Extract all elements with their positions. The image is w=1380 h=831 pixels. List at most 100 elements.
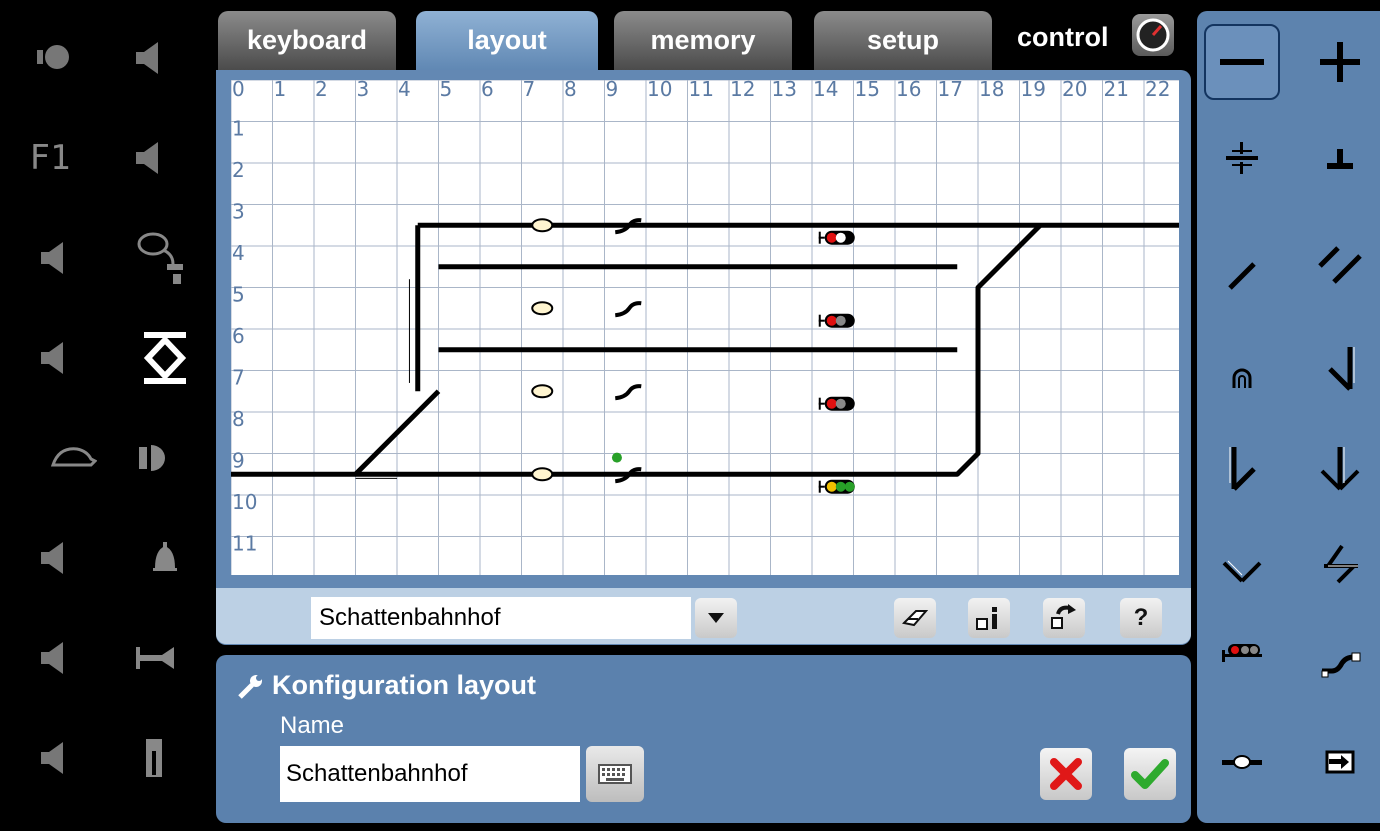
grid-col-label: 21 [1104, 80, 1129, 101]
speaker-icon[interactable] [25, 328, 85, 388]
palette-cross-button[interactable] [1302, 24, 1378, 100]
diagonal-track-icon [1228, 262, 1256, 290]
grid-col-label: 3 [357, 80, 370, 101]
signal-light [826, 481, 837, 492]
layout-select-dropdown-button[interactable] [695, 598, 737, 638]
confirm-button[interactable] [1124, 748, 1176, 800]
help-button[interactable]: ? [1120, 598, 1162, 638]
grid-col-label: 19 [1021, 80, 1046, 101]
signal-post [818, 236, 825, 239]
info-button[interactable] [968, 598, 1010, 638]
track-contact [531, 384, 554, 399]
track-contact-icon [1222, 755, 1262, 769]
name-label: Name [280, 712, 345, 739]
tab-layout[interactable]: layout [416, 11, 598, 73]
palette-buffer-stop-button[interactable] [1302, 120, 1378, 196]
cancel-button[interactable] [1040, 748, 1092, 800]
palette-isolator-button[interactable] [1204, 120, 1280, 196]
grid-row-label: 6 [232, 324, 245, 348]
speaker-icon[interactable] [25, 528, 85, 588]
grid-row-label: 10 [232, 490, 257, 514]
tab-keyboard-label: keyboard [246, 25, 368, 55]
horn-icon[interactable] [125, 628, 185, 688]
speaker-icon[interactable] [25, 228, 85, 288]
speaker-icon[interactable] [25, 728, 85, 788]
grid-col-label: 8 [564, 80, 577, 101]
eraser-icon [902, 610, 928, 627]
signal-light [826, 315, 837, 326]
layout-select[interactable]: Schattenbahnhof [311, 597, 691, 639]
signal-light [826, 398, 837, 409]
palette-signal-button[interactable] [1204, 614, 1280, 690]
close-icon [1050, 758, 1082, 790]
palette-track-contact-button[interactable] [1204, 724, 1280, 800]
rotate-button[interactable] [1043, 598, 1085, 638]
f1-function-icon[interactable]: F1 [20, 128, 80, 188]
palette-turnout-left-button[interactable] [1204, 430, 1280, 506]
grid-col-label: 20 [1062, 80, 1087, 101]
grid-col-label: 18 [979, 80, 1004, 101]
grid-row-label: 9 [232, 449, 245, 473]
palette-y-turnout-button[interactable] [1204, 532, 1280, 608]
steam-whistle-icon[interactable] [130, 228, 190, 288]
grid-col-label: 2 [315, 80, 328, 101]
tab-memory[interactable]: memory [614, 11, 792, 71]
three-way-turnout-icon [1320, 447, 1360, 491]
light-rear-icon[interactable] [125, 428, 185, 488]
buffer-stop-icon [1327, 149, 1353, 169]
grid-col-label: 6 [481, 80, 494, 101]
tab-memory-label: memory [650, 25, 756, 55]
control-button[interactable] [1132, 14, 1174, 56]
palette-turnout-right-button[interactable] [1302, 330, 1378, 406]
layout-select-value: Schattenbahnhof [319, 604, 501, 631]
speaker-icon[interactable] [25, 628, 85, 688]
turtle-icon[interactable] [42, 428, 102, 488]
tab-layout-label: layout [467, 25, 547, 55]
speaker-icon[interactable] [120, 128, 180, 188]
tab-keyboard[interactable]: keyboard [218, 11, 396, 71]
signal-light [826, 232, 837, 243]
palette-double-diagonal-button[interactable] [1302, 226, 1378, 302]
door-icon[interactable] [125, 728, 185, 788]
palette-three-way-button[interactable] [1302, 430, 1378, 506]
control-label: control [1017, 22, 1109, 52]
grid-row-label: 8 [232, 407, 245, 431]
rotate-icon [1051, 604, 1076, 629]
signal-icon [1222, 644, 1262, 662]
speaker-icon[interactable] [120, 28, 180, 88]
uncoupler-indicator [611, 452, 622, 463]
grid-row-label: 2 [232, 158, 245, 182]
signal-light [835, 398, 846, 409]
tab-setup[interactable]: setup [814, 11, 992, 71]
help-label: ? [1133, 604, 1149, 631]
eraser-button[interactable] [894, 598, 936, 638]
grid-col-label: 9 [606, 80, 619, 101]
connector-icon [1325, 750, 1355, 774]
palette-double-slip-button[interactable] [1302, 526, 1378, 602]
grid-col-label: 10 [647, 80, 672, 101]
coupler-icon[interactable] [135, 328, 195, 388]
grid-col-label: 11 [689, 80, 714, 101]
bell-icon[interactable] [135, 528, 195, 588]
track-layout-grid[interactable]: 0 1 2 3 4 5 6 7 8 9 10 11 12 13 14 15 16 17 18 19 20 21 22 1 2 3 4… [231, 80, 1179, 575]
palette-connector-button[interactable] [1302, 724, 1378, 800]
grid-col-label: 16 [896, 80, 921, 101]
palette-straight-track-button[interactable] [1204, 24, 1280, 100]
keyboard-button[interactable] [586, 746, 644, 802]
double-slip-icon [1324, 544, 1358, 584]
palette-diagonal-button[interactable] [1204, 236, 1280, 312]
signal-light [844, 481, 855, 492]
grid-col-label: 14 [813, 80, 838, 101]
uncoupler-symbol [614, 384, 642, 401]
info-icon [976, 607, 997, 630]
tunnel-icon [1232, 368, 1252, 388]
grid-col-label: 4 [398, 80, 411, 101]
grid-row-label: 4 [232, 241, 245, 265]
y-turnout-icon [1222, 560, 1262, 583]
grid-col-label: 17 [938, 80, 963, 101]
palette-tunnel-button[interactable] [1204, 340, 1280, 416]
grid-row-label: 7 [232, 366, 245, 390]
light-function-icon[interactable] [25, 28, 85, 88]
name-input[interactable] [280, 746, 580, 802]
palette-uncoupler-button[interactable] [1302, 626, 1378, 702]
